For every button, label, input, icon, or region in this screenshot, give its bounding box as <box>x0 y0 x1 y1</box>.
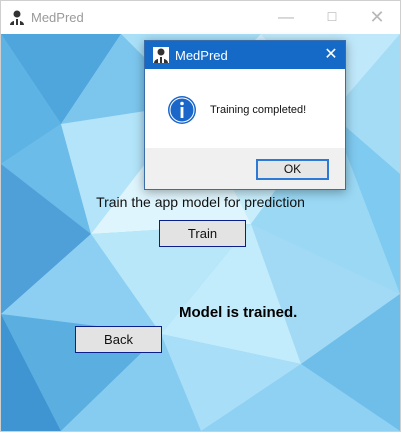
info-icon <box>168 96 196 124</box>
training-status-text: Model is trained. <box>179 304 298 321</box>
dialog-user-avatar-icon <box>153 47 169 63</box>
ok-button[interactable]: OK <box>256 159 329 180</box>
close-icon: ✕ <box>324 46 338 63</box>
back-button[interactable]: Back <box>75 326 162 353</box>
window-title: MedPred <box>31 10 84 25</box>
title-bar[interactable]: MedPred — ☐ ✕ <box>1 1 400 34</box>
maximize-button[interactable]: ☐ <box>309 1 355 34</box>
dialog-body: Training completed! <box>145 69 345 148</box>
dialog-title-bar[interactable]: MedPred ✕ <box>145 41 345 69</box>
dialog-title: MedPred <box>175 48 228 63</box>
minimize-icon: — <box>278 9 294 26</box>
train-button[interactable]: Train <box>159 220 246 247</box>
dialog-close-button[interactable]: ✕ <box>321 44 341 66</box>
minimize-button[interactable]: — <box>263 1 309 34</box>
close-icon: ✕ <box>369 7 385 27</box>
user-avatar-icon <box>10 10 24 25</box>
train-instruction-label: Train the app model for prediction <box>96 194 305 210</box>
training-complete-dialog: MedPred ✕ Training completed! OK <box>144 40 346 190</box>
dialog-message: Training completed! <box>210 104 307 116</box>
close-button[interactable]: ✕ <box>354 1 400 34</box>
maximize-icon: ☐ <box>326 10 338 24</box>
